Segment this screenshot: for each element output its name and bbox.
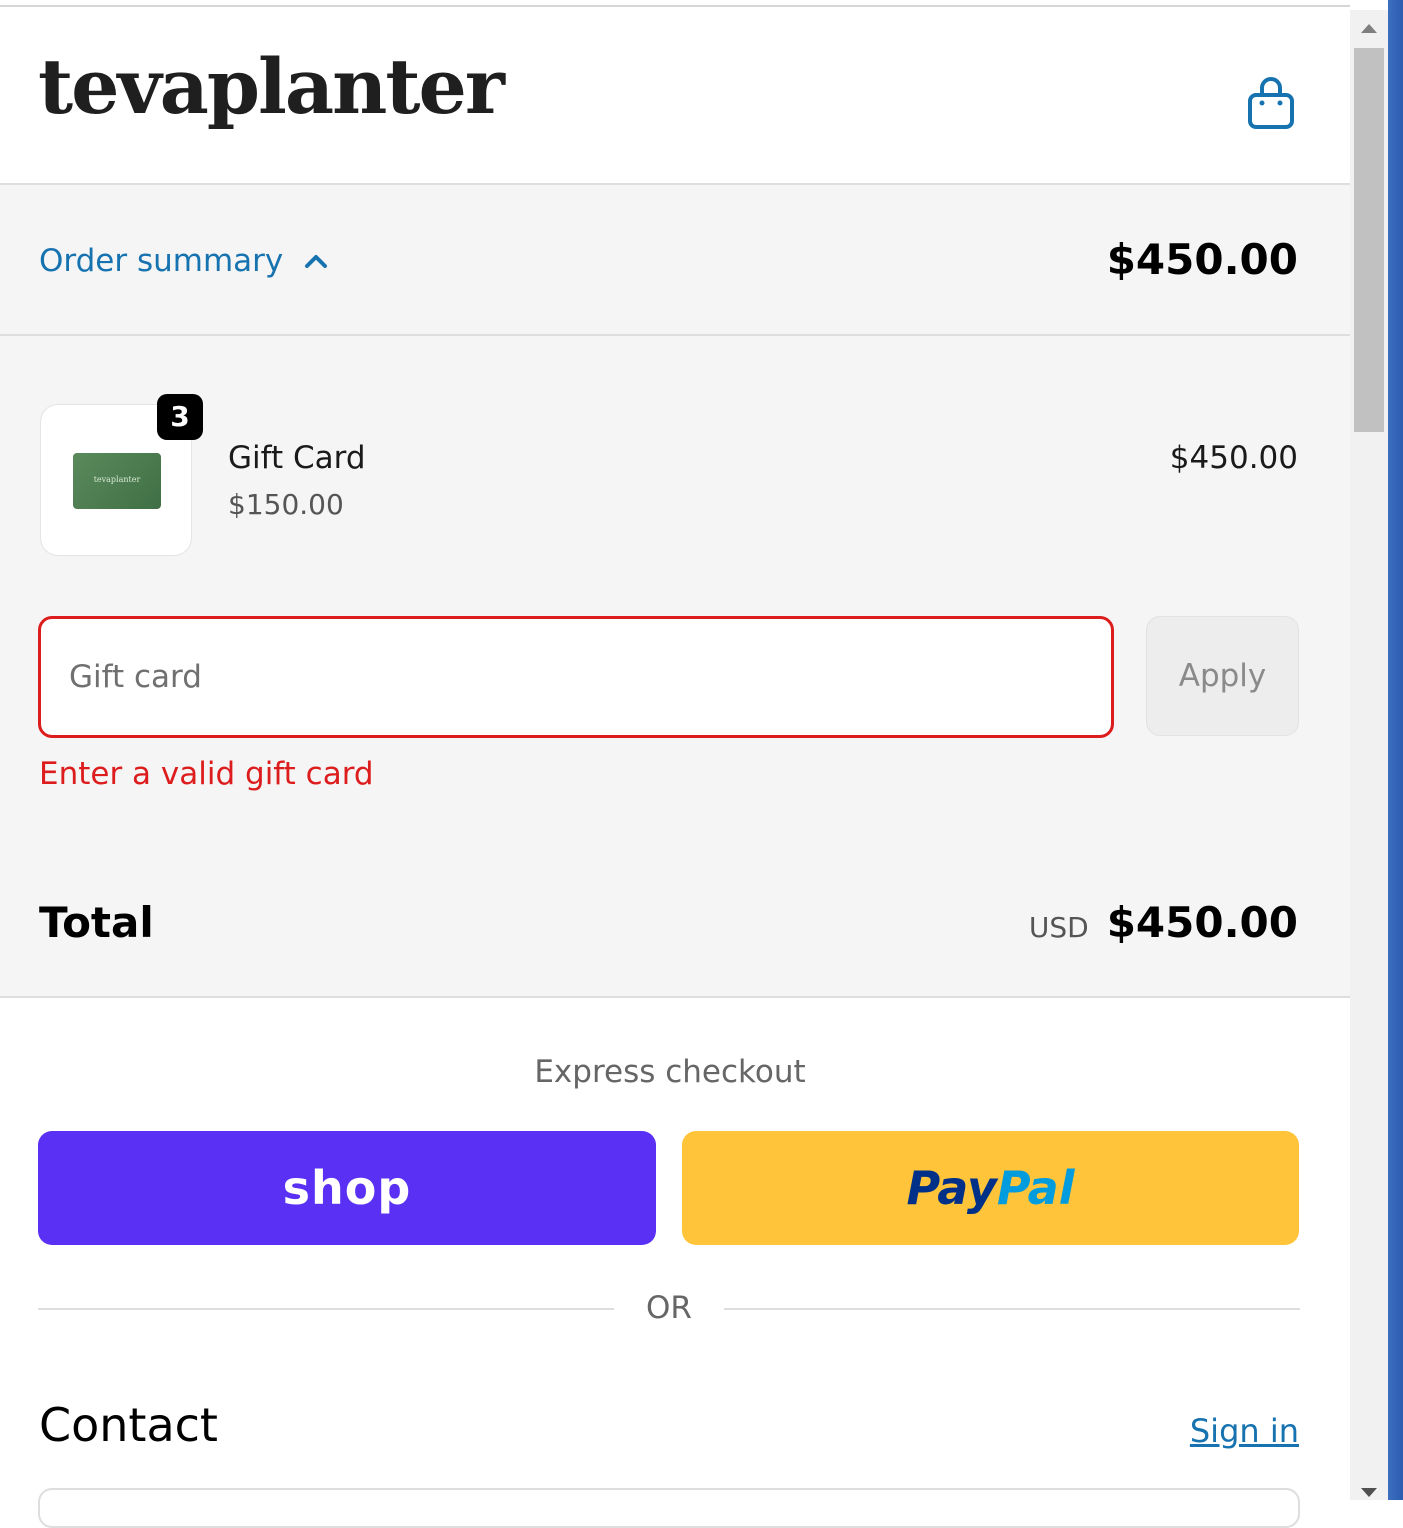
- paypal-button[interactable]: PayPal: [682, 1131, 1299, 1245]
- vertical-scrollbar[interactable]: [1350, 10, 1388, 1500]
- order-summary-label: Order summary: [39, 243, 284, 279]
- total-value: $450.00: [1106, 898, 1298, 947]
- gift-card-input[interactable]: [38, 616, 1114, 738]
- order-summary-total: $450.00: [1106, 235, 1298, 284]
- gift-card-image-text: tevaplanter: [93, 475, 141, 484]
- gift-card-image: tevaplanter: [73, 453, 161, 509]
- scroll-down-arrow-icon[interactable]: [1361, 1488, 1377, 1497]
- product-unit-price: $150.00: [228, 488, 344, 521]
- gift-card-error: Enter a valid gift card: [39, 756, 374, 792]
- site-header: tevaplanter: [0, 7, 1350, 185]
- order-summary-toggle[interactable]: Order summary: [39, 243, 329, 279]
- total-label: Total: [39, 898, 154, 947]
- chevron-up-icon: [305, 255, 328, 268]
- apply-button[interactable]: Apply: [1146, 616, 1299, 736]
- product-name: Gift Card: [228, 440, 366, 476]
- contact-email-field[interactable]: [38, 1488, 1300, 1528]
- order-summary-bar: Order summary $450.00: [0, 185, 1350, 336]
- contact-heading: Contact: [39, 1398, 218, 1452]
- shop-pay-button[interactable]: shop: [38, 1131, 656, 1245]
- order-summary-content: tevaplanter 3 Gift Card $150.00 $450.00 …: [0, 336, 1350, 998]
- express-checkout-title: Express checkout: [534, 1054, 806, 1090]
- window-edge: [1388, 0, 1403, 1500]
- scroll-up-arrow-icon[interactable]: [1361, 24, 1377, 33]
- divider-left: [38, 1308, 614, 1310]
- total-amount: USD $450.00: [1029, 898, 1298, 947]
- quantity-badge: 3: [157, 394, 203, 440]
- currency-code: USD: [1028, 911, 1089, 944]
- sign-in-link[interactable]: Sign in: [1190, 1412, 1299, 1450]
- product-line-total: $450.00: [1169, 440, 1298, 476]
- shopping-bag-icon[interactable]: [1246, 75, 1296, 131]
- paypal-logo-part1: Pay: [906, 1161, 997, 1215]
- store-logo[interactable]: tevaplanter: [38, 49, 505, 125]
- paypal-logo-part2: Pal: [996, 1161, 1075, 1215]
- divider-right: [724, 1308, 1300, 1310]
- scroll-thumb[interactable]: [1354, 48, 1384, 432]
- or-divider-text: OR: [646, 1290, 692, 1326]
